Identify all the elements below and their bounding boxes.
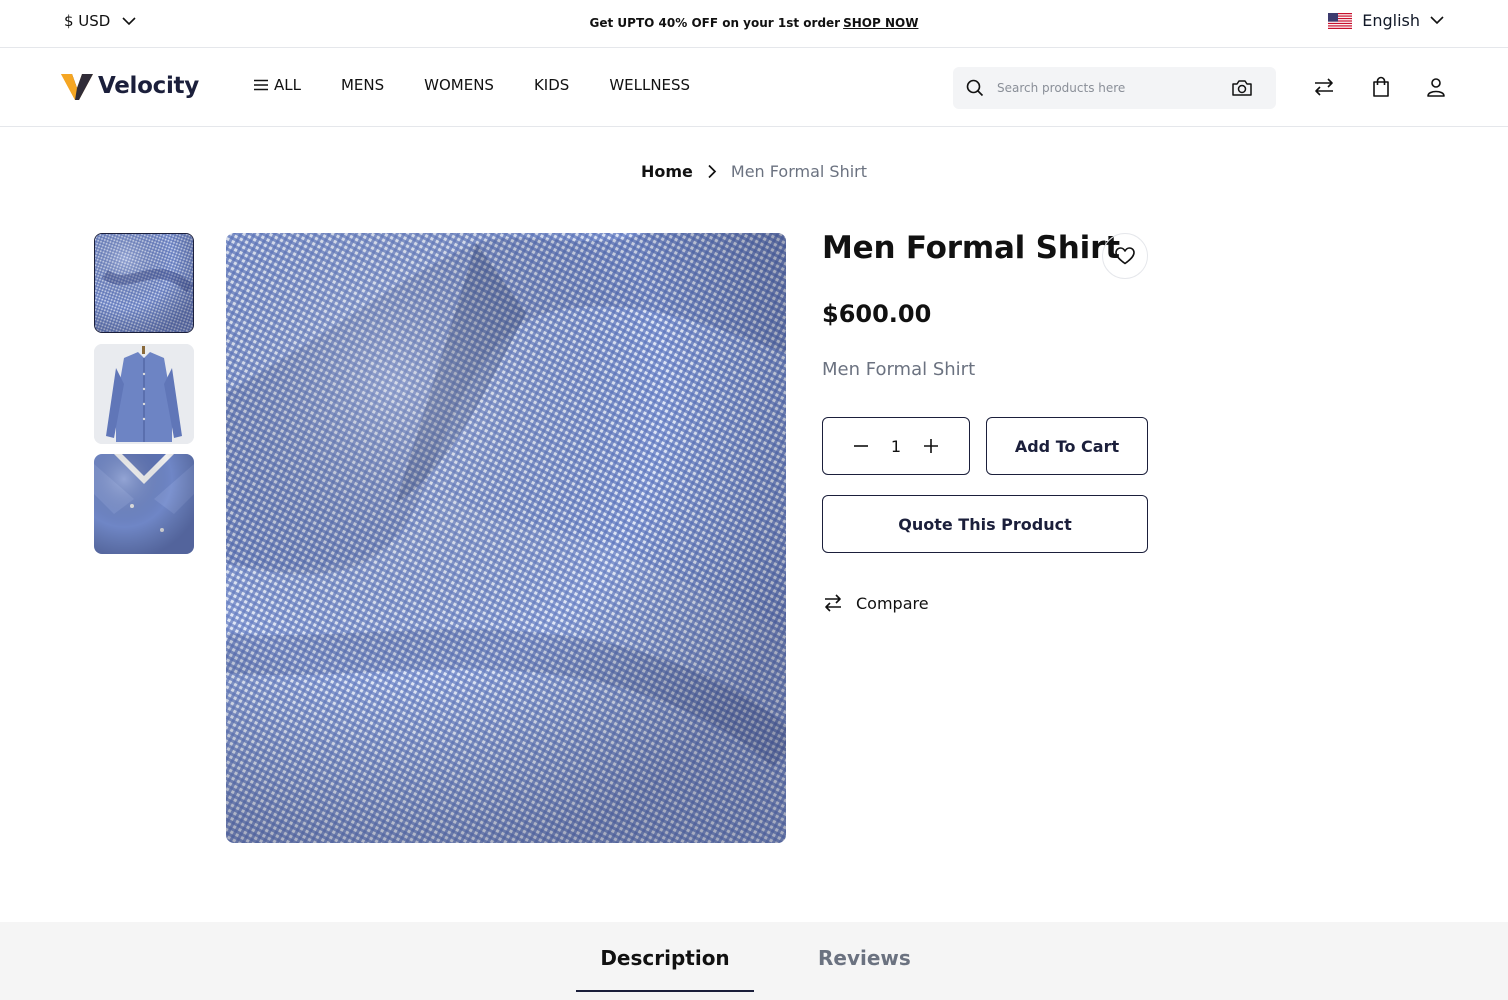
chevron-right-icon <box>708 164 717 179</box>
nav-item-all[interactable]: ALL <box>254 76 301 94</box>
product-thumbnail[interactable] <box>94 233 194 333</box>
heart-icon <box>1115 247 1135 265</box>
nav-label: MENS <box>340 76 385 94</box>
fabric-main-image <box>226 233 786 843</box>
search-input[interactable] <box>997 77 1217 99</box>
chevron-down-icon <box>1430 16 1444 25</box>
menu-icon <box>254 79 268 91</box>
product-main-image[interactable] <box>226 233 786 843</box>
shirt-collar-thumbnail-image <box>94 454 194 554</box>
product-price: $600.00 <box>822 300 932 328</box>
product-thumbnail[interactable] <box>94 344 194 444</box>
fabric-thumbnail-image <box>95 234 193 332</box>
language-label: English <box>1362 11 1420 30</box>
promo-banner: Get UPTO 40% OFF on your 1st order SHOP N… <box>0 16 1508 30</box>
compare-icon <box>825 594 841 612</box>
main-header: Velocity ALL MENS WOMENS KIDS WELLNESS <box>0 48 1508 127</box>
compare-icon[interactable] <box>1312 76 1336 98</box>
nav-item-womens[interactable]: WOMENS <box>424 76 494 94</box>
breadcrumb-current: Men Formal Shirt <box>730 162 867 181</box>
search-icon[interactable] <box>965 78 985 98</box>
increase-quantity-button[interactable] <box>923 438 939 454</box>
tab-description[interactable]: Description <box>576 946 754 994</box>
quantity-value[interactable]: 1 <box>891 437 901 456</box>
add-to-cart-button[interactable]: Add To Cart <box>986 417 1148 475</box>
promo-text: Get UPTO 40% OFF on your 1st order <box>589 16 841 30</box>
language-selector[interactable]: English <box>1328 11 1444 30</box>
product-tabs: Description Reviews <box>0 922 1508 1000</box>
shop-now-link[interactable]: SHOP NOW <box>843 16 918 30</box>
shirt-front-thumbnail-image <box>94 344 194 444</box>
top-bar: $ USD Get UPTO 40% OFF on your 1st order… <box>0 0 1508 48</box>
bag-icon[interactable] <box>1370 76 1392 98</box>
product-thumbnail[interactable] <box>94 454 194 554</box>
us-flag-icon <box>1328 12 1353 29</box>
quantity-stepper: 1 <box>822 417 970 475</box>
user-icon[interactable] <box>1425 76 1447 98</box>
product-title: Men Formal Shirt <box>822 230 1120 266</box>
nav-item-wellness[interactable]: WELLNESS <box>609 76 690 94</box>
compare-link[interactable]: Compare <box>822 593 929 613</box>
nav-item-mens[interactable]: MENS <box>341 76 384 94</box>
main-nav: ALL MENS WOMENS KIDS WELLNESS <box>254 76 690 94</box>
nav-label: ALL <box>274 76 301 94</box>
nav-label: KIDS <box>533 76 570 94</box>
tab-reviews[interactable]: Reviews <box>818 946 911 970</box>
compare-label: Compare <box>856 593 929 613</box>
plus-icon <box>924 439 938 453</box>
product-short-description: Men Formal Shirt <box>822 359 976 380</box>
breadcrumb-home[interactable]: Home <box>641 162 693 181</box>
nav-label: WOMENS <box>424 76 494 94</box>
logo[interactable]: Velocity <box>60 70 199 102</box>
minus-icon <box>854 445 868 447</box>
search-box <box>953 67 1276 109</box>
wishlist-button[interactable] <box>1102 233 1148 279</box>
quote-product-button[interactable]: Quote This Product <box>822 495 1148 553</box>
velocity-logo-icon <box>61 74 93 100</box>
logo-text: Velocity <box>98 73 199 99</box>
nav-label: WELLNESS <box>609 76 691 94</box>
nav-item-kids[interactable]: KIDS <box>534 76 569 94</box>
breadcrumb: Home Men Formal Shirt <box>0 162 1508 181</box>
decrease-quantity-button[interactable] <box>853 438 869 454</box>
camera-icon[interactable] <box>1231 78 1253 98</box>
